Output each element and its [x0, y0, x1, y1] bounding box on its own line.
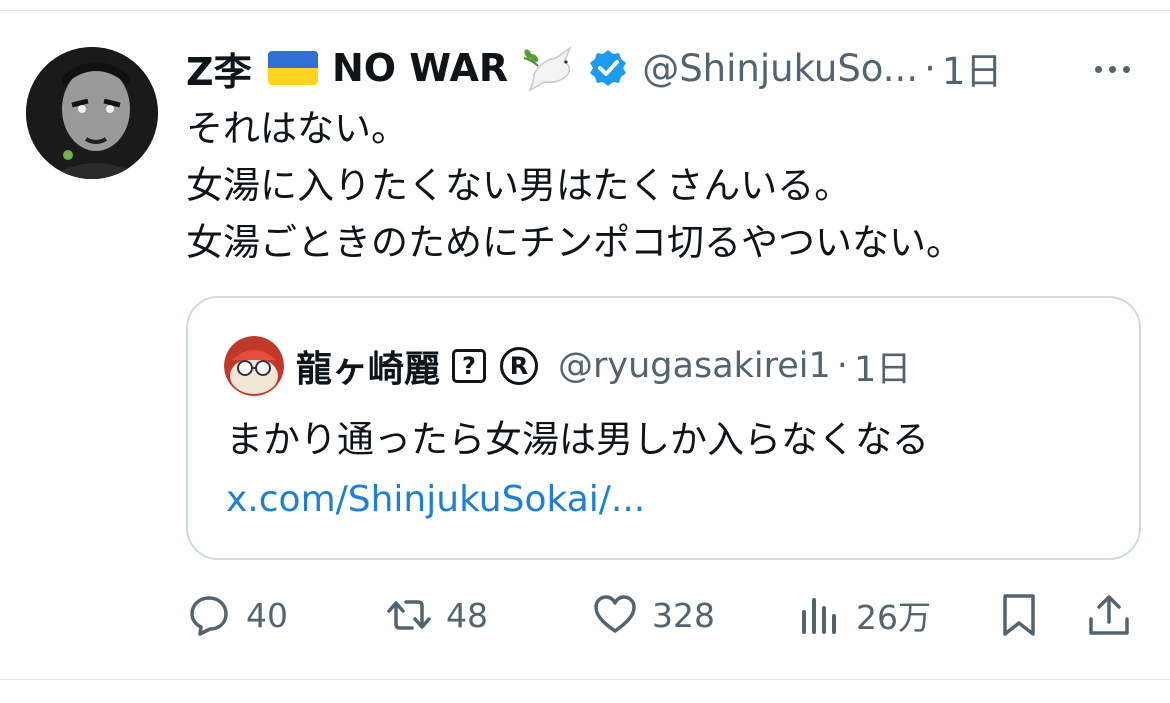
like-button[interactable]: 328 — [592, 585, 715, 645]
reply-button[interactable]: 40 — [186, 585, 288, 645]
repost-icon — [387, 600, 431, 630]
tweet-text-line: 女湯に入りたくない男はたくさんいる。 — [186, 164, 852, 207]
verified-badge-icon[interactable] — [588, 48, 628, 88]
share-icon — [1089, 595, 1129, 635]
share-button[interactable] — [1086, 585, 1132, 645]
quoted-tweet-header: 龍ヶ崎麗 ? R @ryugasakirei1 · 1日 — [224, 336, 911, 396]
repost-button[interactable]: 48 — [386, 585, 488, 645]
views-button[interactable]: 26万 — [796, 585, 931, 645]
top-divider — [0, 10, 1170, 11]
quoted-author-avatar[interactable] — [224, 336, 284, 396]
more-options-icon[interactable] — [1095, 66, 1130, 73]
repost-count: 48 — [446, 595, 488, 635]
author-name[interactable]: Z李 — [186, 41, 252, 96]
author-handle[interactable]: @ShinjukuSo... — [642, 47, 918, 90]
quoted-tweet-link[interactable]: x.com/ShinjukuSokai/... — [226, 470, 645, 530]
like-count: 328 — [652, 595, 715, 635]
tweet-text: それはない。 女湯に入りたくない男はたくさんいる。 女湯ごときのためにチンポコ切… — [186, 100, 1146, 271]
quoted-time-separator: · — [836, 346, 848, 386]
unknown-emoji-icon: ? — [452, 349, 487, 383]
bottom-divider — [0, 679, 1170, 680]
heart-icon — [594, 595, 636, 633]
tweet-text-line: 女湯ごときのためにチンポコ切るやついない。 — [186, 221, 963, 264]
tweet: Z李 NO WAR @ShinjukuSo... · 1日 それはない。 女湯に… — [186, 40, 1146, 271]
ukraine-flag-icon — [267, 51, 318, 85]
bookmark-button[interactable] — [996, 585, 1042, 645]
action-bar: 40 48 328 26万 — [186, 585, 1146, 645]
dove-icon — [520, 40, 578, 96]
author-avatar[interactable] — [26, 47, 158, 179]
tweet-text-line: それはない。 — [186, 107, 408, 150]
view-count: 26万 — [856, 598, 931, 637]
tweet-header: Z李 NO WAR @ShinjukuSo... · 1日 — [186, 40, 1146, 96]
registered-icon: R — [500, 347, 539, 385]
author-name-suffix[interactable]: NO WAR — [332, 46, 508, 90]
time-separator: · — [924, 46, 936, 90]
reply-icon — [190, 596, 228, 636]
views-chart-icon — [802, 598, 836, 634]
quoted-author-name[interactable]: 龍ヶ崎麗 — [296, 340, 440, 392]
quoted-tweet-text: まかり通ったら女湯は男しか入らなくなる — [226, 418, 929, 461]
quoted-tweet[interactable]: 龍ヶ崎麗 ? R @ryugasakirei1 · 1日 まかり通ったら女湯は男… — [186, 296, 1141, 560]
quoted-author-handle[interactable]: @ryugasakirei1 — [558, 346, 831, 386]
quoted-tweet-time[interactable]: 1日 — [854, 341, 911, 392]
reply-count: 40 — [246, 595, 288, 635]
tweet-time[interactable]: 1日 — [942, 41, 1003, 95]
bookmark-icon — [1003, 594, 1035, 636]
